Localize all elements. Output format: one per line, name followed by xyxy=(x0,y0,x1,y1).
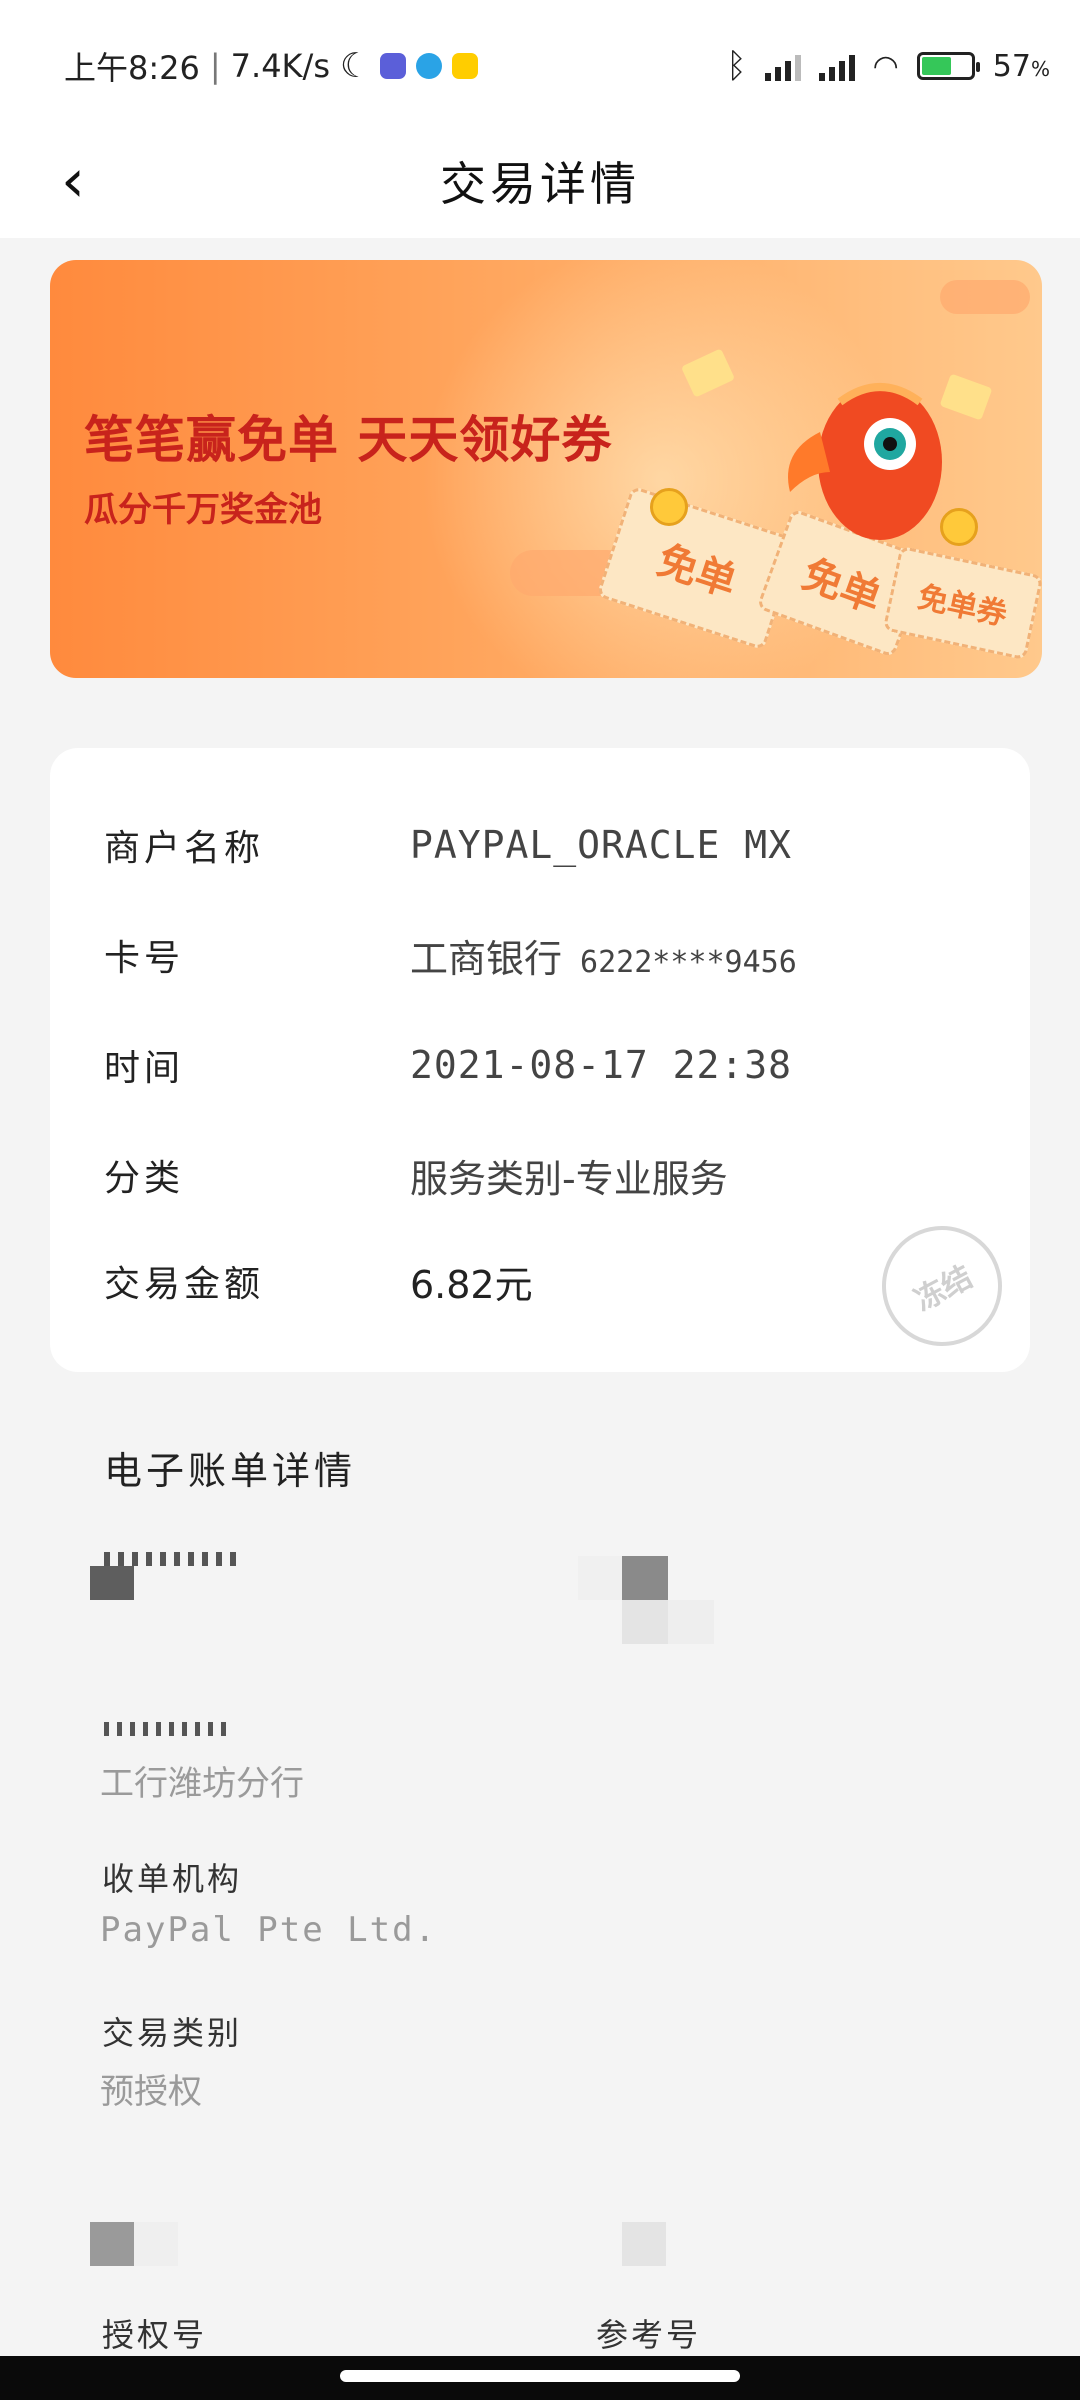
type-label: 交易类别 xyxy=(102,2014,243,2052)
ebill-title: 电子账单详情 xyxy=(104,1449,357,1493)
network-speed: 7.4K/s xyxy=(230,47,330,85)
category-label: 分类 xyxy=(104,1158,185,1199)
amount-label: 交易金额 xyxy=(104,1264,265,1305)
category-row: 分类 服务类别-专业服务 xyxy=(104,1140,990,1210)
frozen-stamp: 冻结 xyxy=(860,1204,1024,1368)
status-bar: 上午8:26 | 7.4K/s ☾ ᛒ ◠ 57% xyxy=(0,0,1080,130)
pixelated-block xyxy=(90,2222,134,2266)
pixelated-block xyxy=(622,1600,668,1644)
bluetooth-icon: ᛒ xyxy=(726,46,747,86)
app-icon xyxy=(380,53,407,79)
pixelated-block xyxy=(668,1600,714,1644)
acquirer-label: 收单机构 xyxy=(102,1860,243,1898)
card-value: 工商银行 6222****9456 xyxy=(410,928,797,983)
time-row: 时间 2021-08-17 22:38 xyxy=(104,1030,990,1100)
obscured-label xyxy=(104,1552,244,1566)
type-value: 预授权 xyxy=(100,2072,202,2112)
cloud-decoration xyxy=(940,280,1030,314)
pixelated-block xyxy=(622,1556,668,1600)
battery-percent: 57% xyxy=(992,48,1050,84)
card-number: 6222****9456 xyxy=(580,944,797,980)
acquirer-value: PayPal Pte Ltd. xyxy=(100,1910,438,1950)
signal-icon xyxy=(764,51,801,81)
battery-fill xyxy=(921,57,952,75)
reference-number-label: 参考号 xyxy=(596,2316,702,2354)
transaction-card: 商户名称 PAYPAL_ORACLE MX 卡号 工商银行 6222****945… xyxy=(50,748,1030,1372)
merchant-row: 商户名称 PAYPAL_ORACLE MX xyxy=(104,810,990,880)
issuer-value: 工行潍坊分行 xyxy=(100,1764,304,1804)
meituan-icon xyxy=(452,53,479,79)
telegram-icon xyxy=(416,53,443,79)
status-bar-left: 上午8:26 | 7.4K/s ☾ xyxy=(64,44,479,88)
koi-fish-icon xyxy=(788,383,942,540)
pixelated-block xyxy=(134,2222,178,2266)
auth-number-label: 授权号 xyxy=(102,2316,208,2354)
clock: 上午8:26 xyxy=(64,49,200,87)
category-value: 服务类别-专业服务 xyxy=(410,1156,728,1201)
merchant-value: PAYPAL_ORACLE MX xyxy=(410,823,793,867)
home-indicator[interactable] xyxy=(340,2370,740,2382)
amount-row: 交易金额 6.82元 xyxy=(104,1246,990,1316)
pixelated-block xyxy=(90,1566,134,1600)
wifi-icon: ◠ xyxy=(872,48,899,84)
promo-banner[interactable]: 笔笔赢免单 天天领好券 瓜分千万奖金池 免单 免单 免单券 xyxy=(50,260,1042,678)
coin-decoration xyxy=(650,488,688,526)
banner-headline: 笔笔赢免单 天天领好券 xyxy=(84,411,613,469)
banner-subline: 瓜分千万奖金池 xyxy=(84,490,322,530)
card-row: 卡号 工商银行 6222****9456 xyxy=(104,920,990,990)
coin-decoration xyxy=(940,508,978,546)
card-label: 卡号 xyxy=(104,938,185,979)
nav-header: ‹ 交易详情 xyxy=(0,130,1080,238)
moon-icon: ☾ xyxy=(339,46,371,86)
obscured-label xyxy=(104,1722,234,1736)
time-label: 时间 xyxy=(104,1048,185,1089)
roaming-signal-icon xyxy=(818,51,855,81)
card-bank: 工商银行 xyxy=(410,936,563,981)
merchant-label: 商户名称 xyxy=(104,828,265,869)
amount-value: 6.82元 xyxy=(410,1262,533,1307)
time-value: 2021-08-17 22:38 xyxy=(410,1043,793,1087)
status-bar-right: ᛒ ◠ 57% xyxy=(726,44,1050,88)
ticket-decoration: 免单券 xyxy=(882,545,1042,661)
pixelated-block xyxy=(622,2222,666,2266)
page-title: 交易详情 xyxy=(440,157,640,211)
pixelated-block xyxy=(578,1556,622,1600)
separator: | xyxy=(209,47,221,85)
battery-icon xyxy=(916,52,980,80)
navigation-bar xyxy=(0,2356,1080,2400)
